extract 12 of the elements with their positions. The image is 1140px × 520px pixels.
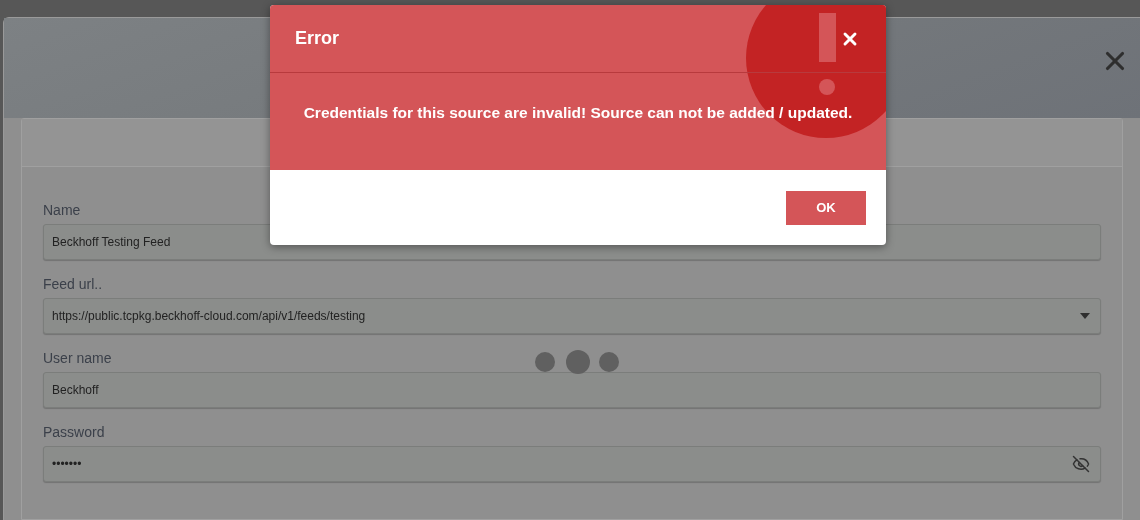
feed-url-dropdown[interactable]: https://public.tcpkg.beckhoff-cloud.com/api/v1/feeds/testing xyxy=(43,298,1101,334)
dialog-title: Error xyxy=(295,27,339,50)
field-label: Feed url.. xyxy=(43,275,103,294)
input-field[interactable]: ••••••• xyxy=(43,446,1101,482)
error-message: Credentials for this source are invalid! Source can not be added / updated. xyxy=(303,102,853,123)
input-field[interactable]: Beckhoff xyxy=(43,372,1101,408)
hide-password-icon[interactable] xyxy=(1072,455,1090,473)
field-label: User name xyxy=(43,349,112,368)
field-label: Password xyxy=(43,423,105,442)
field-label: Name xyxy=(43,201,81,220)
ok-button[interactable]: OK xyxy=(786,191,866,225)
dropdown-caret-icon xyxy=(1080,313,1090,319)
